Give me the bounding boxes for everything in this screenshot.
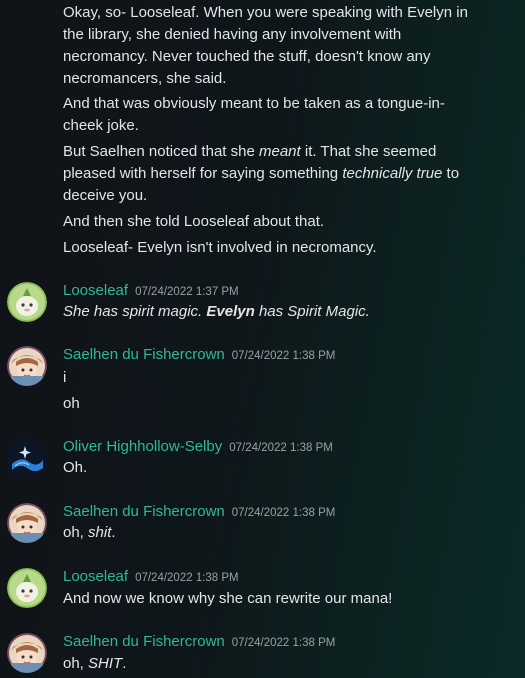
message-header: Saelhen du Fishercrown 07/24/2022 1:38 PM <box>63 502 335 523</box>
username[interactable]: Saelhen du Fishercrown <box>63 633 225 650</box>
message-line: cheek joke. <box>63 117 139 134</box>
username[interactable]: Looseleaf <box>63 282 128 299</box>
message-line: oh <box>63 395 80 412</box>
message-line: oh, shit. <box>63 524 116 541</box>
sparkle-wave-avatar-icon[interactable] <box>7 438 47 478</box>
timestamp: 07/24/2022 1:38 PM <box>231 350 336 362</box>
username[interactable]: Saelhen du Fishercrown <box>63 346 225 363</box>
message-line: i <box>63 369 67 386</box>
username[interactable]: Looseleaf <box>63 568 128 585</box>
leaf-creature-avatar-icon[interactable] <box>7 568 47 608</box>
timestamp: 07/24/2022 1:38 PM <box>231 637 336 649</box>
message-text: But Saelhen noticed that she meant it. T… <box>63 141 503 207</box>
message-line: And that was obviously meant to be taken… <box>63 95 445 112</box>
username[interactable]: Saelhen du Fishercrown <box>63 503 225 520</box>
username[interactable]: Oliver Highhollow-Selby <box>63 438 222 455</box>
message-line: Oh. <box>63 459 88 476</box>
timestamp: 07/24/2022 1:38 PM <box>231 507 336 519</box>
message-text: And then she told Looseleaf about that. <box>63 211 503 233</box>
message-line: And now we know why she can rewrite our … <box>63 590 393 607</box>
message-line: But Saelhen noticed that she meant it. T… <box>63 143 437 160</box>
fisher-character-avatar-icon[interactable] <box>7 503 47 543</box>
message-line: necromancers, she said. <box>63 70 227 87</box>
message-text: And that was obviously meant to be taken… <box>63 93 503 137</box>
leaf-creature-avatar-icon[interactable] <box>7 282 47 322</box>
message-line: deceive you. <box>63 187 148 204</box>
timestamp: 07/24/2022 1:38 PM <box>229 442 333 454</box>
message-line: the library, she denied having any invol… <box>63 26 402 43</box>
message-line: pleased with herself for saying somethin… <box>63 165 460 182</box>
timestamp: 07/24/2022 1:38 PM <box>135 572 239 584</box>
message-text: Looseleaf- Evelyn isn't involved in necr… <box>63 237 503 259</box>
chat-log: Okay, so- Looseleaf. When you were speak… <box>0 0 525 678</box>
message-line: necromancy. Never touched the stuff, doe… <box>63 48 431 65</box>
message-text: Okay, so- Looseleaf. When you were speak… <box>63 2 503 90</box>
message-line: oh, SHIT. <box>63 655 127 672</box>
fisher-character-avatar-icon[interactable] <box>7 633 47 673</box>
message-header: Looseleaf 07/24/2022 1:38 PM <box>63 567 239 588</box>
message-header: Oliver Highhollow-Selby 07/24/2022 1:38 P… <box>63 437 333 458</box>
message-line: And then she told Looseleaf about that. <box>63 213 325 230</box>
message-header: Looseleaf 07/24/2022 1:37 PM <box>63 281 239 302</box>
message-header: Saelhen du Fishercrown 07/24/2022 1:38 PM <box>63 632 335 653</box>
message-line: She has spirit magic. Evelyn has Spirit … <box>63 303 370 320</box>
message-line: Looseleaf- Evelyn isn't involved in necr… <box>63 239 377 256</box>
message-line: Okay, so- Looseleaf. When you were speak… <box>63 4 468 21</box>
timestamp: 07/24/2022 1:37 PM <box>135 286 239 298</box>
message-header: Saelhen du Fishercrown 07/24/2022 1:38 PM <box>63 345 335 366</box>
fisher-character-avatar-icon[interactable] <box>7 346 47 386</box>
